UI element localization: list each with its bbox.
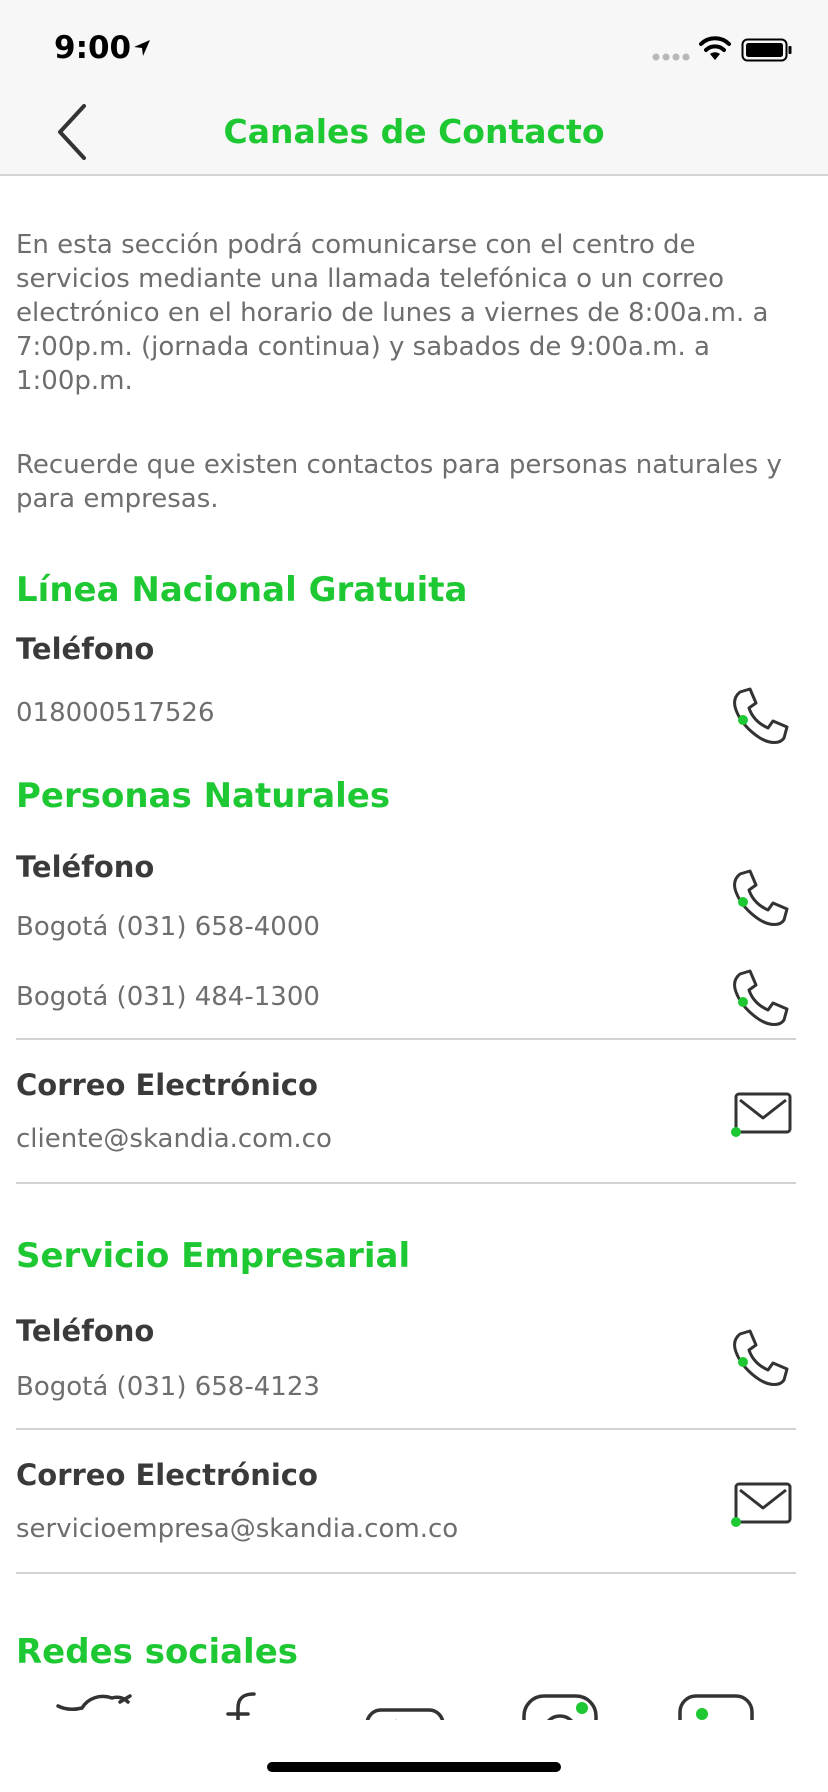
divider [16,1428,796,1430]
divider [16,1182,796,1184]
phone-icon [733,1329,789,1386]
call-button-linea-nacional[interactable] [726,684,794,752]
envelope-icon [731,1092,792,1137]
contact-channels-content: En esta sección podrá comunicarse con el… [0,176,828,1720]
personas-naturales-phone-1[interactable]: Bogotá (031) 658-4000 [16,912,320,942]
youtube-button[interactable] [364,1688,450,1720]
call-button-personas-naturales-1[interactable] [726,866,794,934]
servicio-empresarial-email-label: Correo Electrónico [16,1458,318,1492]
intro-paragraph-schedule: En esta sección podrá comunicarse con el… [16,230,769,396]
section-title-servicio-empresarial: Servicio Empresarial [16,1236,411,1276]
phone-icon [733,969,789,1026]
section-title-linea-nacional: Línea Nacional Gratuita [16,570,468,610]
envelope-icon [731,1482,792,1527]
linea-nacional-phone-label: Teléfono [16,632,155,666]
status-time: 9:00 [54,30,132,66]
divider [16,1038,796,1040]
phone-icon [733,687,789,744]
linea-nacional-phone[interactable]: 018000517526 [16,698,215,728]
personas-naturales-phone-2[interactable]: Bogotá (031) 484-1300 [16,982,320,1012]
facebook-icon [226,1692,256,1720]
intro-paragraph-contacts: Recuerde que existen contactos para pers… [16,450,782,514]
call-button-servicio-empresarial[interactable] [726,1326,794,1394]
navigation-bar: Canales de Contacto [0,90,828,176]
servicio-empresarial-phone[interactable]: Bogotá (031) 658-4123 [16,1372,320,1402]
twitter-icon [56,1694,132,1712]
personas-naturales-email-label: Correo Electrónico [16,1068,318,1102]
personas-naturales-phone-label: Teléfono [16,850,155,884]
instagram-icon [522,1694,598,1720]
youtube-icon [365,1708,445,1720]
section-title-personas-naturales: Personas Naturales [16,776,391,816]
email-button-servicio-empresarial[interactable] [728,1474,796,1542]
flickr-icon [678,1694,754,1720]
battery-icon [741,38,792,62]
instagram-button[interactable] [520,1688,606,1720]
page-title: Canales de Contacto [223,112,605,151]
twitter-button[interactable] [54,1688,140,1720]
status-bar: 9:00 [0,0,828,100]
personas-naturales-email[interactable]: cliente@skandia.com.co [16,1124,332,1154]
section-title-redes-sociales: Redes sociales [16,1632,299,1672]
divider [16,1572,796,1574]
flickr-button[interactable] [676,1688,762,1720]
signal-icon [652,53,690,61]
phone-icon [733,869,789,926]
wifi-icon [699,36,731,60]
servicio-empresarial-email[interactable]: servicioempresa@skandia.com.co [16,1514,458,1544]
home-indicator[interactable] [267,1762,561,1772]
facebook-button[interactable] [218,1688,304,1720]
call-button-personas-naturales-2[interactable] [726,966,794,1034]
email-button-personas-naturales[interactable] [728,1084,796,1152]
location-arrow-icon [134,40,150,56]
servicio-empresarial-phone-label: Teléfono [16,1314,155,1348]
